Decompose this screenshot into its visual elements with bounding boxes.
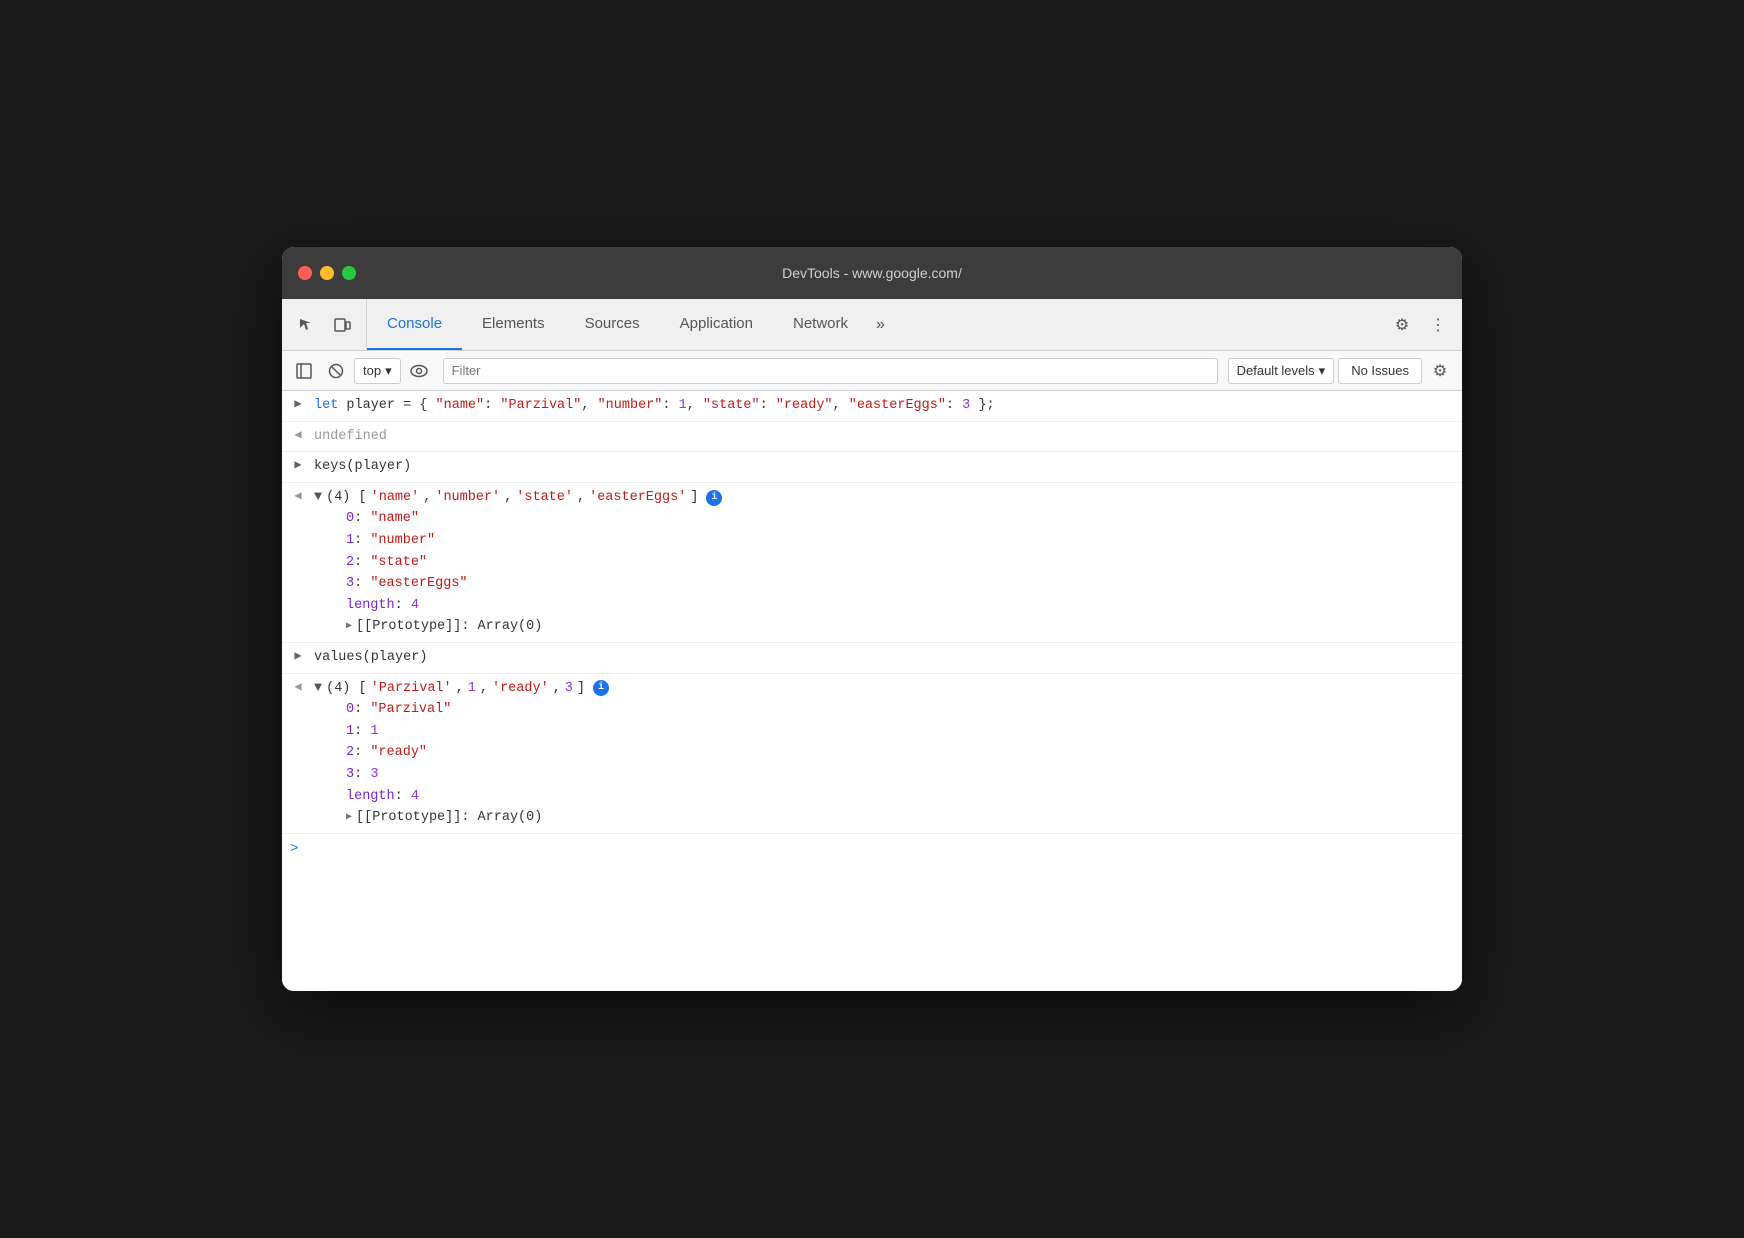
back-arrow-2: ◀ <box>282 424 314 445</box>
list-item: 2: "state" <box>346 552 1458 574</box>
minimize-button[interactable] <box>320 266 334 280</box>
inspect-element-icon[interactable] <box>290 309 322 341</box>
customize-menu-icon[interactable]: ⋮ <box>1422 309 1454 341</box>
console-output: ▶ let player = { "name": "Parzival", "nu… <box>282 391 1462 991</box>
toolbar-right: ⚙ ⋮ <box>1378 299 1462 350</box>
info-badge-keys[interactable]: i <box>706 490 722 506</box>
expand-arrow-5[interactable]: ▶ <box>282 645 314 666</box>
prototype-expand-icon[interactable]: ▶ <box>346 619 352 635</box>
more-tabs-button[interactable]: » <box>868 299 893 350</box>
clear-console-icon[interactable] <box>322 357 350 385</box>
tab-icon-area <box>282 299 367 350</box>
traffic-lights <box>298 266 356 280</box>
list-item: 0: "Parzival" <box>346 699 1458 721</box>
devtools-window: DevTools - www.google.com/ Console Eleme… <box>282 247 1462 991</box>
console-entry-1: ▶ let player = { "name": "Parzival", "nu… <box>282 391 1462 422</box>
live-expressions-icon[interactable] <box>405 357 433 385</box>
console-prompt[interactable]: > <box>282 834 1462 864</box>
context-selector[interactable]: top ▾ <box>354 358 401 384</box>
list-item: length: 4 <box>346 786 1458 808</box>
close-button[interactable] <box>298 266 312 280</box>
window-title: DevTools - www.google.com/ <box>782 265 962 281</box>
collapse-arrow-keys[interactable]: ▼ <box>314 487 322 509</box>
prototype-row-keys: ▶ [[Prototype]]: Array(0) <box>346 616 1458 638</box>
back-arrow-6: ◀ <box>282 676 314 697</box>
array-header-values: ▼ (4) ['Parzival', 1, 'ready', 3] i <box>314 678 1458 700</box>
device-toolbar-icon[interactable] <box>326 309 358 341</box>
list-item: 3: 3 <box>346 764 1458 786</box>
console-entry-5: ▶ values(player) <box>282 643 1462 674</box>
tab-network[interactable]: Network <box>773 299 868 350</box>
console-entry-2: ◀ undefined <box>282 422 1462 453</box>
list-item: 0: "name" <box>346 508 1458 530</box>
console-settings-icon[interactable]: ⚙ <box>1426 357 1454 385</box>
collapse-arrow-values[interactable]: ▼ <box>314 678 322 700</box>
list-item: length: 4 <box>346 595 1458 617</box>
tab-bar: Console Elements Sources Application Net… <box>367 299 1378 350</box>
console-entry-3: ▶ keys(player) <box>282 452 1462 483</box>
tab-sources[interactable]: Sources <box>565 299 660 350</box>
expand-arrow-1[interactable]: ▶ <box>282 393 314 414</box>
prompt-icon: > <box>290 838 298 860</box>
log-levels-dropdown[interactable]: Default levels ▾ <box>1228 358 1335 384</box>
filter-input[interactable] <box>443 358 1218 384</box>
console-entry-4: ◀ ▼ (4) ['name', 'number', 'state', 'eas… <box>282 483 1462 643</box>
console-entry-6: ◀ ▼ (4) ['Parzival', 1, 'ready', 3] i 0:… <box>282 674 1462 834</box>
array-items-values: 0: "Parzival" 1: 1 2: "ready" 3: 3 lengt… <box>314 699 1458 829</box>
tab-console[interactable]: Console <box>367 299 462 350</box>
list-item: 1: 1 <box>346 721 1458 743</box>
prototype-expand-icon-values[interactable]: ▶ <box>346 810 352 826</box>
secondary-toolbar: top ▾ Default levels ▾ No Issues ⚙ <box>282 351 1462 391</box>
array-header-keys: ▼ (4) ['name', 'number', 'state', 'easte… <box>314 487 1458 509</box>
tab-elements[interactable]: Elements <box>462 299 565 350</box>
array-items-keys: 0: "name" 1: "number" 2: "state" 3: "eas… <box>314 508 1458 638</box>
expand-arrow-3[interactable]: ▶ <box>282 454 314 475</box>
maximize-button[interactable] <box>342 266 356 280</box>
no-issues-button[interactable]: No Issues <box>1338 358 1422 384</box>
settings-icon[interactable]: ⚙ <box>1386 309 1418 341</box>
list-item: 2: "ready" <box>346 742 1458 764</box>
info-badge-values[interactable]: i <box>593 680 609 696</box>
prototype-row-values: ▶ [[Prototype]]: Array(0) <box>346 807 1458 829</box>
title-bar: DevTools - www.google.com/ <box>282 247 1462 299</box>
list-item: 1: "number" <box>346 530 1458 552</box>
tab-application[interactable]: Application <box>660 299 773 350</box>
sidebar-toggle-icon[interactable] <box>290 357 318 385</box>
back-arrow-4: ◀ <box>282 485 314 506</box>
main-toolbar: Console Elements Sources Application Net… <box>282 299 1462 351</box>
list-item: 3: "easterEggs" <box>346 573 1458 595</box>
